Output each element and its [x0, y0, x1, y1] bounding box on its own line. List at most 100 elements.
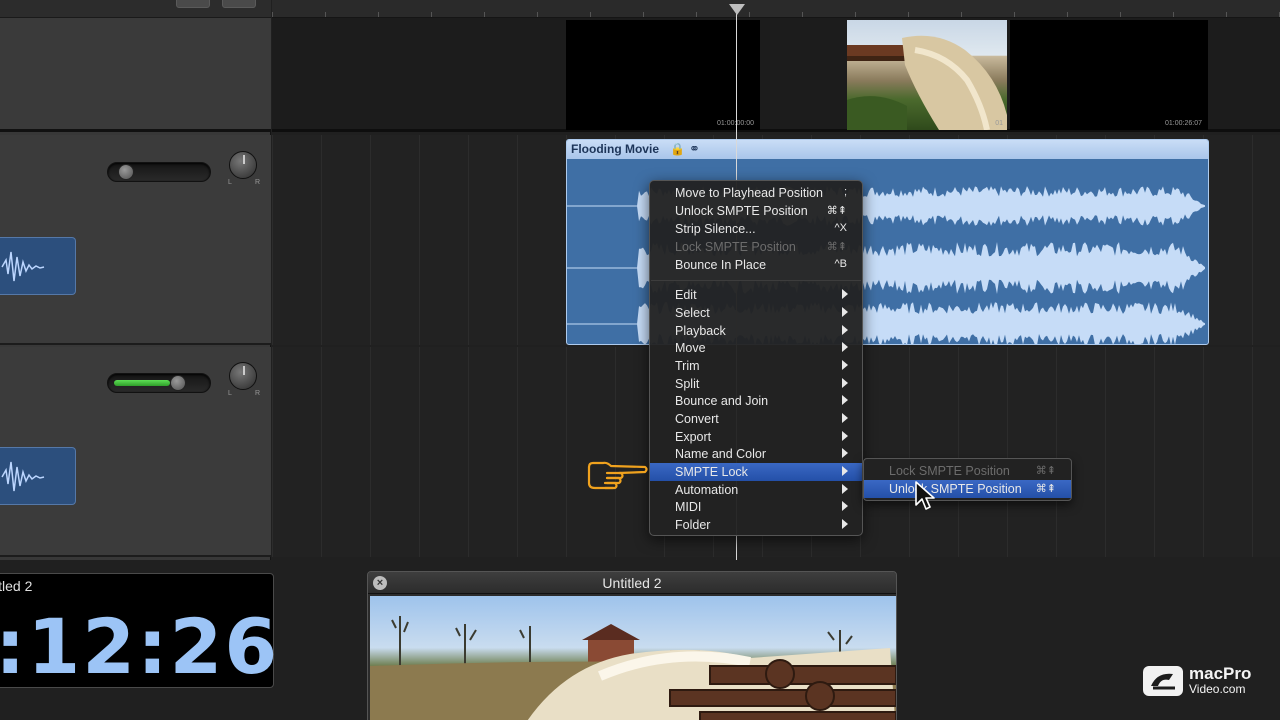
menu-item-shortcut: ^B — [834, 258, 848, 270]
logo-text-line2: Video.com — [1189, 682, 1246, 696]
menu-item-split[interactable]: Split — [650, 375, 862, 393]
submenu-arrow-icon — [842, 378, 848, 388]
menu-item-edit[interactable]: Edit — [650, 286, 862, 304]
macprovideo-logo-icon — [1143, 666, 1183, 696]
menu-item-bounce-and-join[interactable]: Bounce and Join — [650, 392, 862, 410]
menu-item-label: Playback — [675, 324, 726, 338]
menu-item-playback[interactable]: Playback — [650, 322, 862, 340]
submenu-item-lock-smpte: Lock SMPTE Position ⌘⇞ — [864, 462, 1071, 480]
submenu-arrow-icon — [842, 342, 848, 352]
menu-item-label: Convert — [675, 412, 719, 426]
track-icon-2 — [0, 447, 76, 505]
menu-item-export[interactable]: Export — [650, 428, 862, 446]
menu-item-name-and-color[interactable]: Name and Color — [650, 445, 862, 463]
menu-item-shortcut: ⌘⇞ — [1035, 483, 1056, 495]
volume-slider-knob[interactable] — [170, 375, 186, 391]
track-options-button[interactable] — [222, 0, 256, 8]
menu-item-label: MIDI — [675, 500, 702, 514]
volume-level-fill — [114, 380, 170, 386]
menu-item-label: Folder — [675, 518, 711, 532]
lcd-display[interactable]: itled 2 :12:26 — [0, 573, 277, 691]
menu-item-move-to-playhead[interactable]: Move to Playhead Position ; — [650, 184, 862, 202]
region-name: Flooding Movie — [571, 142, 659, 156]
volume-slider-knob[interactable] — [118, 164, 134, 180]
lock-icon: 🔒 — [670, 142, 685, 156]
submenu-arrow-icon — [842, 395, 848, 405]
logo-text-line1: macPro — [1189, 664, 1252, 683]
submenu-arrow-icon — [842, 307, 848, 317]
volume-slider-2[interactable] — [107, 373, 211, 393]
menu-item-shortcut: ; — [843, 186, 847, 198]
track-header-2[interactable]: LR — [0, 347, 271, 557]
video-timecode: 01:00:26:07 — [1165, 120, 1202, 127]
menu-item-move[interactable]: Move — [650, 339, 862, 357]
link-icon: ⚭ — [689, 141, 700, 156]
submenu-arrow-icon — [842, 501, 848, 511]
submenu-arrow-icon — [842, 360, 848, 370]
menu-item-label: Move to Playhead Position — [675, 186, 824, 200]
menu-item-bounce-in-place[interactable]: Bounce In Place ^B — [650, 256, 862, 274]
lcd-timecode: :12:26 — [0, 602, 280, 691]
menu-item-automation[interactable]: Automation — [650, 481, 862, 499]
menu-item-label: Split — [675, 377, 700, 391]
pan-lr-labels: LR — [228, 390, 260, 397]
menu-item-label: SMPTE Lock — [675, 465, 748, 479]
menu-item-label: Bounce and Join — [675, 394, 769, 408]
menu-item-label: Select — [675, 306, 710, 320]
video-thumbnail-3: 01:00:26:07 — [1010, 20, 1208, 130]
lcd-project-title: itled 2 — [0, 578, 33, 594]
menu-item-smpte-lock[interactable]: SMPTE Lock — [650, 463, 862, 481]
menu-item-midi[interactable]: MIDI — [650, 498, 862, 516]
mouse-cursor-icon — [915, 481, 935, 510]
pointing-hand-icon — [587, 461, 648, 490]
menu-item-label: Edit — [675, 288, 697, 302]
track-header-toolbar — [0, 0, 271, 18]
video-timecode: 01 — [995, 120, 1003, 127]
timeline-ruler[interactable] — [272, 0, 1280, 18]
submenu-arrow-icon — [842, 413, 848, 423]
track-header-1[interactable]: LR — [0, 135, 271, 345]
movie-window-title: Untitled 2 — [602, 575, 662, 591]
menu-item-label: Name and Color — [675, 447, 767, 461]
movie-frame-image — [370, 596, 896, 720]
menu-item-shortcut: ⌘⇞ — [826, 205, 847, 217]
menu-item-label: Unlock SMPTE Position — [675, 204, 808, 218]
submenu-arrow-icon — [842, 325, 848, 335]
submenu-arrow-icon — [842, 484, 848, 494]
menu-item-label: Automation — [675, 483, 739, 497]
macprovideo-logo: macPro Video.com — [1143, 664, 1261, 696]
menu-item-label: Lock SMPTE Position — [675, 240, 796, 254]
menu-item-select[interactable]: Select — [650, 304, 862, 322]
submenu-arrow-icon — [842, 519, 848, 529]
menu-item-label: Export — [675, 430, 712, 444]
pan-lr-labels: LR — [228, 179, 260, 186]
menu-item-shortcut: ⌘⇞ — [826, 241, 847, 253]
logic-pro-window: LR LR 01:00:00:00 — [0, 0, 1280, 720]
volume-slider-1[interactable] — [107, 162, 211, 182]
track-icon-1 — [0, 237, 76, 295]
menu-item-folder[interactable]: Folder — [650, 516, 862, 534]
menu-separator — [651, 280, 861, 281]
submenu-item-unlock-smpte[interactable]: Unlock SMPTE Position ⌘⇞ — [864, 480, 1071, 498]
pan-knob-2[interactable] — [229, 362, 257, 390]
menu-item-label: Trim — [675, 359, 700, 373]
menu-item-unlock-smpte[interactable]: Unlock SMPTE Position ⌘⇞ — [650, 202, 862, 220]
movie-window-titlebar[interactable]: × Untitled 2 — [368, 572, 896, 594]
add-track-button[interactable] — [176, 0, 210, 8]
menu-item-trim[interactable]: Trim — [650, 357, 862, 375]
menu-item-label: Strip Silence... — [675, 222, 756, 236]
movie-window[interactable]: × Untitled 2 — [367, 571, 897, 720]
track-header-column: LR LR — [0, 0, 271, 560]
region-header[interactable]: Flooding Movie 🔒 ⚭ — [567, 140, 1208, 159]
pan-knob-1[interactable] — [229, 151, 257, 179]
menu-item-convert[interactable]: Convert — [650, 410, 862, 428]
menu-item-strip-silence[interactable]: Strip Silence... ^X — [650, 220, 862, 238]
video-track-header[interactable] — [0, 18, 271, 132]
menu-item-shortcut: ^X — [834, 222, 848, 234]
video-thumbnail-2: 01 — [847, 20, 1007, 130]
smpte-lock-submenu: Lock SMPTE Position ⌘⇞ Unlock SMPTE Posi… — [863, 458, 1072, 501]
menu-item-label: Lock SMPTE Position — [889, 464, 1010, 478]
playhead-handle[interactable] — [729, 4, 745, 15]
menu-item-label: Bounce In Place — [675, 258, 767, 272]
menu-item-label: Move — [675, 341, 706, 355]
